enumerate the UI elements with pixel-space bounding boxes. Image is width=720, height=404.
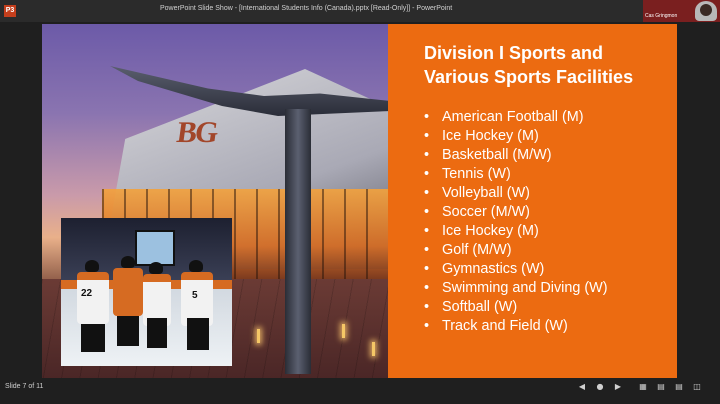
slide-title-line-2: Various Sports Facilities — [424, 67, 634, 87]
status-bar: Slide 7 of 11 ◀ ● ▶ ▦ ▤ ▤ ◫ — [0, 378, 720, 404]
webcam-person — [695, 1, 717, 21]
player-number: 22 — [81, 288, 93, 299]
list-item: Tennis (W) — [424, 165, 608, 184]
webcam-overlay: Cas Gringmon — [643, 0, 720, 22]
reading-view-icon[interactable]: ▤ — [674, 382, 684, 392]
list-item: Swimming and Diving (W) — [424, 279, 608, 298]
previous-icon[interactable]: ◀ — [577, 382, 587, 392]
next-icon[interactable]: ▶ — [613, 382, 623, 392]
bg-logo: BG — [174, 116, 219, 149]
hockey-team-photo: 22 5 — [61, 218, 232, 366]
list-item: Ice Hockey (M) — [424, 222, 608, 241]
scoreboard — [135, 230, 175, 266]
window-titlebar: P3 PowerPoint Slide Show - [Internationa… — [0, 0, 720, 22]
webcam-name: Cas Gringmon — [645, 13, 678, 19]
notes-icon[interactable]: ▤ — [656, 382, 666, 392]
window-title: PowerPoint Slide Show - [International S… — [160, 5, 453, 12]
player-number: 5 — [192, 290, 198, 301]
powerpoint-app-icon[interactable]: P3 — [4, 5, 16, 17]
list-item: Soccer (M/W) — [424, 203, 608, 222]
sports-list: American Football (M) Ice Hockey (M) Bas… — [424, 108, 608, 336]
list-item: Volleyball (W) — [424, 184, 608, 203]
list-item: Golf (M/W) — [424, 241, 608, 260]
menu-icon[interactable]: ● — [595, 382, 605, 392]
list-item: Ice Hockey (M) — [424, 127, 608, 146]
statue-pillar — [285, 109, 311, 374]
list-item: American Football (M) — [424, 108, 608, 127]
list-item: Gymnastics (W) — [424, 260, 608, 279]
slide[interactable]: BG 22 5 Division I Sports and Various Sp… — [42, 24, 677, 380]
arena-photo: BG 22 5 — [42, 24, 388, 380]
list-item: Softball (W) — [424, 298, 608, 317]
slide-title: Division I Sports and Various Sports Fac… — [424, 41, 664, 89]
content-panel: Division I Sports and Various Sports Fac… — [388, 24, 677, 380]
grid-icon[interactable]: ▦ — [638, 382, 648, 392]
list-item: Basketball (M/W) — [424, 146, 608, 165]
slideshow-icon[interactable]: ◫ — [692, 382, 702, 392]
list-item: Track and Field (W) — [424, 317, 608, 336]
slide-indicator: Slide 7 of 11 — [5, 383, 44, 390]
slide-title-line-1: Division I Sports and — [424, 43, 604, 63]
